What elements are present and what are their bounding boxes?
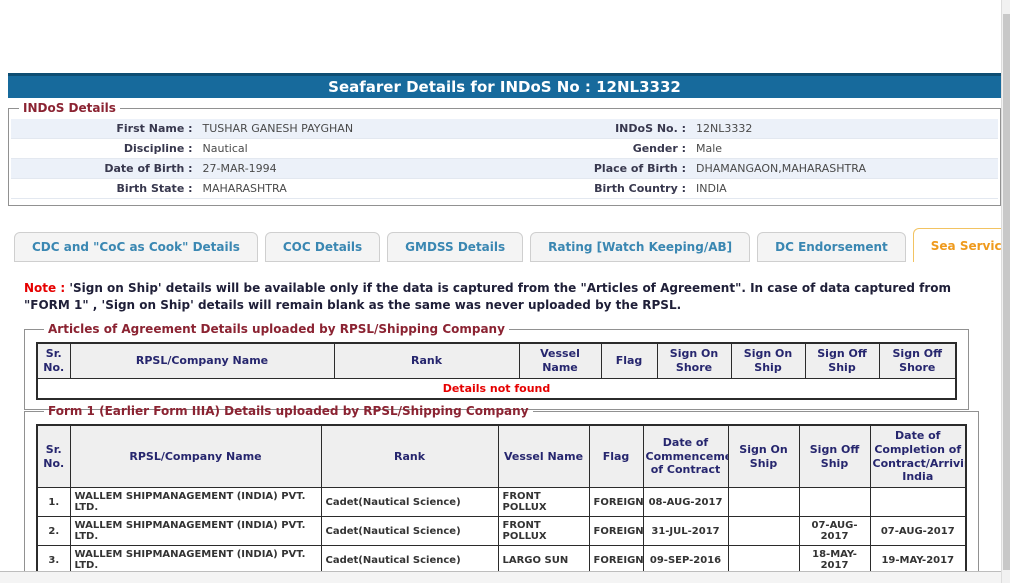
- cell-rank: Cadet(Nautical Science): [320, 516, 499, 546]
- horizontal-scrollbar[interactable]: [0, 571, 1001, 583]
- tab-rating-watch-keeping-ab[interactable]: Rating [Watch Keeping/AB]: [530, 232, 751, 262]
- col-sign-on-ship: Sign On Ship: [727, 424, 800, 488]
- page-title-bar: Seafarer Details for INDoS No : 12NL3332: [8, 73, 1001, 98]
- date-of-birth-value: 27-MAR-1994: [202, 162, 277, 175]
- col-date-of-completion: Date of Completion of Contract/Arriving …: [869, 424, 967, 488]
- col-date-of-commencement: Date of Commencement of Contract: [642, 424, 729, 488]
- indos-details-fieldset: INDoS Details First Name : TUSHAR GANESH…: [8, 101, 1001, 206]
- tab-bar: CDC and "CoC as Cook" Details COC Detail…: [14, 228, 1010, 262]
- cell-company: WALLEM SHIPMANAGEMENT (INDIA) PVT. LTD.: [69, 487, 322, 517]
- tab-sea-service-details[interactable]: Sea Service Details: [912, 228, 1010, 262]
- birth-country-label: Birth Country :: [594, 182, 686, 195]
- tab-cdc-coc-as-cook-details[interactable]: CDC and "CoC as Cook" Details: [14, 232, 258, 262]
- cell-rank: Cadet(Nautical Science): [320, 487, 499, 517]
- note-body: 'Sign on Ship' details will be available…: [24, 281, 952, 313]
- col-rank: Rank: [320, 424, 499, 488]
- form1-table: Sr. No. RPSL/Company Name Rank Vessel Na…: [36, 424, 967, 576]
- cell-sign-on-ship: [727, 516, 800, 546]
- table-row: 1. WALLEM SHIPMANAGEMENT (INDIA) PVT. LT…: [36, 487, 967, 517]
- form1-fieldset: Form 1 (Earlier Form IIIA) Details uploa…: [24, 404, 979, 583]
- note-prefix: Note :: [24, 281, 66, 295]
- gender-label: Gender :: [632, 142, 686, 155]
- col-flag: Flag: [600, 342, 658, 379]
- cell-commencement: 08-AUG-2017: [642, 487, 729, 517]
- col-sr-no: Sr. No.: [36, 342, 71, 379]
- page-title: Seafarer Details for INDoS No : 12NL3332: [328, 78, 681, 96]
- indos-no-value: 12NL3332: [696, 122, 753, 135]
- form1-legend: Form 1 (Earlier Form IIIA) Details uploa…: [48, 404, 529, 418]
- tab-gmdss-details[interactable]: GMDSS Details: [387, 232, 524, 262]
- cell-commencement: 31-JUL-2017: [642, 516, 729, 546]
- cell-completion: 07-AUG-2017: [869, 516, 967, 546]
- cell-flag: FOREIGN: [588, 516, 644, 546]
- place-of-birth-label: Place of Birth :: [593, 162, 686, 175]
- cell-vessel: FRONT POLLUX: [497, 516, 590, 546]
- col-rpsl-company-name: RPSL/Company Name: [69, 342, 335, 379]
- first-name-label: First Name :: [116, 122, 193, 135]
- col-rpsl-company-name: RPSL/Company Name: [69, 424, 322, 488]
- cell-sign-off-ship: [798, 487, 871, 517]
- first-name-value: TUSHAR GANESH PAYGHAN: [202, 122, 354, 135]
- articles-table: Sr. No. RPSL/Company Name Rank Vessel Na…: [36, 342, 957, 400]
- discipline-value: Nautical: [202, 142, 248, 155]
- col-flag: Flag: [588, 424, 644, 488]
- cell-completion: [869, 487, 967, 517]
- indos-no-label: INDoS No. :: [615, 122, 686, 135]
- articles-of-agreement-fieldset: Articles of Agreement Details uploaded b…: [24, 322, 969, 410]
- date-of-birth-label: Date of Birth :: [104, 162, 193, 175]
- cell-company: WALLEM SHIPMANAGEMENT (INDIA) PVT. LTD.: [69, 516, 322, 546]
- place-of-birth-value: DHAMANGAON,MAHARASHTRA: [696, 162, 866, 175]
- form1-header-row: Sr. No. RPSL/Company Name Rank Vessel Na…: [36, 424, 967, 488]
- col-vessel-name: Vessel Name: [518, 342, 602, 379]
- col-sign-on-shore: Sign On Shore: [656, 342, 732, 379]
- col-vessel-name: Vessel Name: [497, 424, 590, 488]
- cell-sign-off-ship: 07-AUG-2017: [798, 516, 871, 546]
- cell-sr-no: 2.: [36, 516, 71, 546]
- col-sign-off-shore: Sign Off Shore: [878, 342, 957, 379]
- cell-vessel: FRONT POLLUX: [497, 487, 590, 517]
- vertical-scrollbar[interactable]: [1001, 0, 1010, 583]
- articles-header-row: Sr. No. RPSL/Company Name Rank Vessel Na…: [36, 342, 957, 379]
- birth-country-value: INDIA: [696, 182, 727, 195]
- field-row: Discipline : Nautical Gender : Male: [11, 139, 998, 159]
- tab-coc-details[interactable]: COC Details: [264, 232, 381, 262]
- field-row: Birth State : MAHARASHTRA Birth Country …: [11, 179, 998, 199]
- vertical-scrollbar-thumb[interactable]: [1003, 14, 1010, 570]
- note-text: Note : 'Sign on Ship' details will be av…: [24, 280, 966, 315]
- articles-legend: Articles of Agreement Details uploaded b…: [48, 322, 505, 336]
- details-not-found-message: Details not found: [36, 377, 957, 399]
- cell-sign-on-ship: [727, 487, 800, 517]
- col-sign-on-ship: Sign On Ship: [730, 342, 806, 379]
- cell-flag: FOREIGN: [588, 487, 644, 517]
- discipline-label: Discipline :: [123, 142, 193, 155]
- col-rank: Rank: [333, 342, 520, 379]
- seafarer-details-page: Seafarer Details for INDoS No : 12NL3332…: [0, 0, 1010, 583]
- birth-state-value: MAHARASHTRA: [202, 182, 287, 195]
- col-sign-off-ship: Sign Off Ship: [798, 424, 871, 488]
- birth-state-label: Birth State :: [116, 182, 193, 195]
- indos-details-legend: INDoS Details: [23, 101, 116, 115]
- col-sr-no: Sr. No.: [36, 424, 71, 488]
- table-row-empty: Details not found: [36, 377, 957, 399]
- tab-dc-endorsement[interactable]: DC Endorsement: [757, 232, 906, 262]
- table-row: 2. WALLEM SHIPMANAGEMENT (INDIA) PVT. LT…: [36, 516, 967, 546]
- col-sign-off-ship: Sign Off Ship: [804, 342, 880, 379]
- gender-value: Male: [696, 142, 723, 155]
- field-row: Date of Birth : 27-MAR-1994 Place of Bir…: [11, 159, 998, 179]
- cell-sr-no: 1.: [36, 487, 71, 517]
- field-row: First Name : TUSHAR GANESH PAYGHAN INDoS…: [11, 119, 998, 139]
